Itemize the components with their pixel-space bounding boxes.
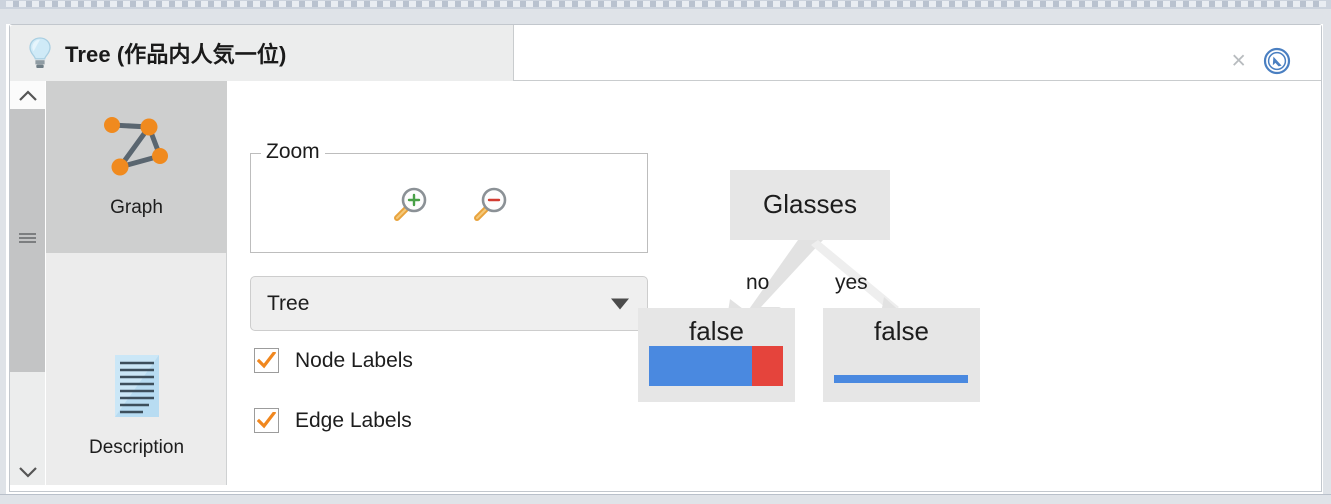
- chevron-down-icon[interactable]: [10, 457, 45, 485]
- sidebar-item-description[interactable]: Description: [46, 319, 227, 491]
- tree-node-left-leaf[interactable]: false: [638, 308, 795, 402]
- sidebar-scrollbar[interactable]: [10, 81, 45, 485]
- checkbox-node-labels-box[interactable]: [254, 348, 279, 373]
- edge-label-yes: yes: [835, 271, 868, 294]
- toolbar-dots: [6, 1, 1326, 7]
- control-panel: Zoom Tree Node Labels Edge Labels Glasse…: [228, 81, 1321, 491]
- checkmark-icon: [257, 412, 276, 429]
- scrollbar-thumb[interactable]: [10, 109, 45, 372]
- scrollbar-track[interactable]: [10, 109, 45, 457]
- checkmark-icon: [257, 352, 276, 369]
- layout-select-value: Tree: [267, 291, 310, 315]
- tree-node-right-leaf[interactable]: false: [823, 308, 980, 402]
- edge-label-no: no: [746, 271, 770, 294]
- tree-node-left-leaf-label: false: [689, 316, 744, 346]
- sidebar-item-description-label: Description: [88, 437, 185, 458]
- tree-node-root[interactable]: Glasses: [730, 170, 890, 240]
- magnifier-plus-icon[interactable]: [388, 182, 432, 226]
- distribution-segment-false: [649, 346, 753, 386]
- layout-select[interactable]: Tree: [250, 276, 648, 331]
- distribution-segment-false: [834, 375, 968, 383]
- distribution-bar-left: [649, 346, 783, 386]
- tab-bar: Tree (作品内人気一位) ×: [10, 25, 1321, 81]
- window-left-rail: [0, 9, 6, 498]
- chevron-up-icon[interactable]: [10, 81, 45, 109]
- sidebar: Graph Description: [46, 81, 227, 485]
- window-bottom-rail: [0, 494, 1331, 504]
- zoom-group-box: Zoom: [250, 140, 649, 254]
- description-document-icon: [114, 355, 159, 417]
- window-top-band: [0, 9, 1331, 24]
- lightbulb-icon: [29, 37, 51, 68]
- graph-network-icon: [103, 117, 168, 176]
- magnifier-minus-icon[interactable]: [468, 182, 512, 226]
- application-window: Tree (作品内人気一位) × Graph Description Zoom …: [0, 0, 1331, 504]
- tab-tree[interactable]: Tree (作品内人気一位): [10, 25, 514, 81]
- sidebar-item-graph[interactable]: Graph: [46, 81, 227, 253]
- toolbar-strip: [0, 0, 1331, 9]
- distribution-segment-true: [752, 346, 783, 386]
- detach-arrow-icon[interactable]: [1263, 47, 1291, 75]
- checkbox-node-labels-label: Node Labels: [295, 348, 413, 372]
- tree-node-right-leaf-label: false: [874, 316, 929, 346]
- zoom-button-row: [251, 154, 649, 254]
- tree-node-root-label: Glasses: [763, 189, 857, 219]
- close-icon[interactable]: ×: [1231, 48, 1246, 74]
- window-right-rail: [1323, 9, 1331, 498]
- distribution-bar-right: [834, 375, 968, 383]
- checkbox-node-labels[interactable]: Node Labels: [254, 348, 413, 373]
- view-body: Graph Description Zoom Tree Node Labels …: [10, 81, 1321, 491]
- checkbox-edge-labels-box[interactable]: [254, 408, 279, 433]
- tab-title: Tree (作品内人気一位): [65, 42, 287, 67]
- view-window: Tree (作品内人気一位) × Graph Description Zoom …: [9, 24, 1322, 492]
- tree-diagram[interactable]: Glasses no yes false false: [638, 81, 1321, 491]
- grip-lines-icon: [19, 233, 36, 244]
- sidebar-item-graph-label: Graph: [110, 197, 163, 218]
- triangle-down-icon: [611, 298, 629, 309]
- checkbox-edge-labels-label: Edge Labels: [295, 408, 412, 432]
- checkbox-edge-labels[interactable]: Edge Labels: [254, 408, 412, 433]
